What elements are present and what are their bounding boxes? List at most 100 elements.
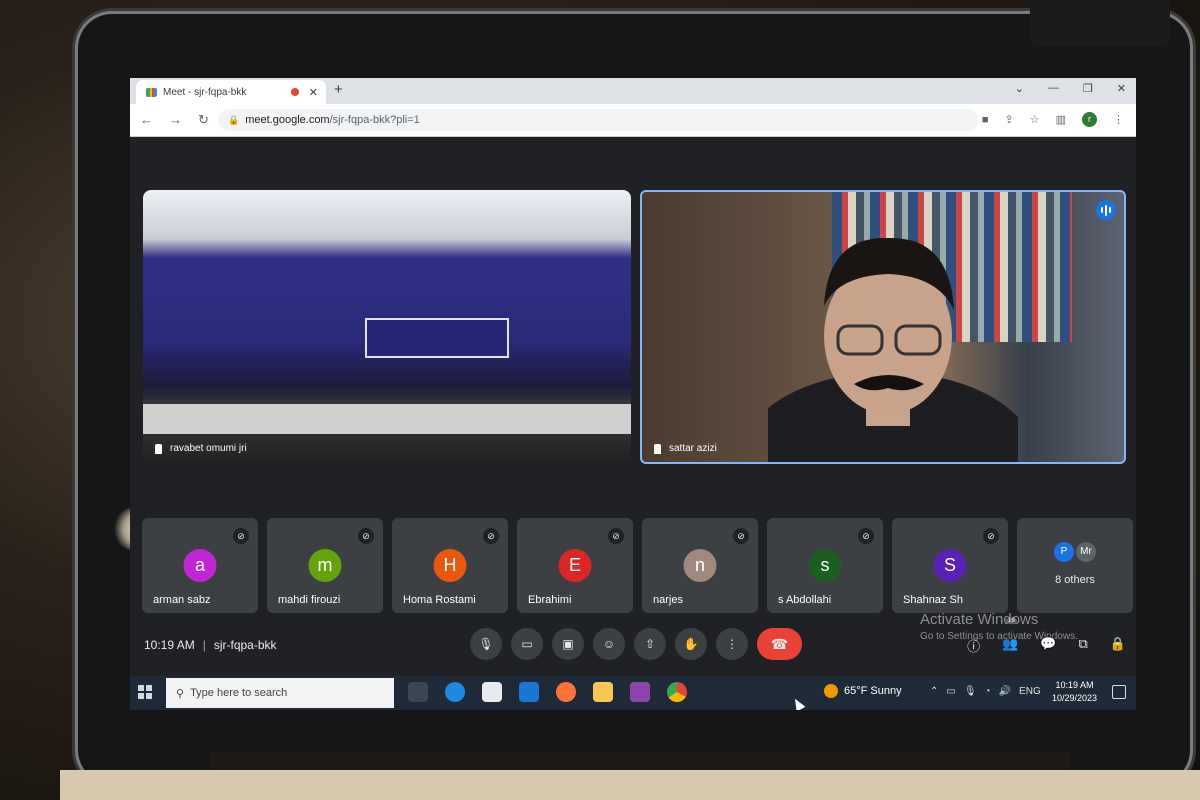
speaker-video-image [768,237,1018,462]
camera-indicator-icon[interactable]: ■ [982,114,989,126]
conference-table-image [143,404,631,434]
restore-button[interactable]: ❐ [1083,82,1093,95]
share-icon[interactable]: ⇪ [1005,113,1014,126]
taskbar-search-box[interactable]: ⚲ Type here to search [166,678,394,708]
menu-kebab-icon[interactable]: ⋮ [1113,113,1124,126]
kebab-icon: ⋮ [726,637,738,651]
weather-widget[interactable]: 65°F Sunny [824,684,902,698]
mic-tray-icon[interactable]: 🎙 [964,686,977,697]
participant-name: Homa Rostami [403,594,476,606]
avatar: E [558,549,592,582]
participant-tile[interactable]: ⊘ E Ebrahimi [517,518,633,613]
screen: Meet - sjr-fqpa-bkk ✕ + ⌄ — ❐ ✕ ← → ↻ 🔒 … [130,78,1136,710]
pinned-apps [408,682,687,702]
language-indicator[interactable]: ENG [1019,686,1041,697]
wifi-icon[interactable]: ◔ [985,686,991,697]
notification-icon[interactable] [1112,685,1126,699]
tab-strip: Meet - sjr-fqpa-bkk ✕ + ⌄ — ❐ ✕ [130,78,1136,104]
present-button[interactable]: ⇧ [634,628,666,660]
avatar: P [1054,542,1074,562]
new-tab-button[interactable]: + [334,81,343,98]
hand-icon: ✋ [683,637,699,651]
camera-button[interactable]: ▭ [511,628,543,660]
participant-tile[interactable]: ⊘ a arman sabz [142,518,258,613]
reactions-button[interactable]: ☺ [593,628,625,660]
close-window-button[interactable]: ✕ [1117,82,1126,95]
video-tile-sattar[interactable]: sattar azizi [640,190,1126,464]
leave-call-button[interactable]: ☎ [757,628,802,660]
meet-favicon-icon [146,87,157,97]
others-tile[interactable]: P Mr 8 others [1017,518,1133,613]
mic-button[interactable]: 🎙 [470,628,502,660]
raise-hand-button[interactable]: ✋ [675,628,707,660]
store-icon[interactable] [482,682,502,702]
mic-off-icon: ⊘ [358,528,374,544]
reload-icon[interactable]: ↻ [198,112,209,128]
tile-name: sattar azizi [669,443,717,454]
lock-icon[interactable]: 🔒 [228,115,239,126]
url-field[interactable]: 🔒 meet.google.com /sjr-fqpa-bkk?pli=1 [218,109,978,131]
pin-icon [654,443,661,454]
activities-icon[interactable]: ⧉ [1079,636,1088,655]
video-tile-ravabet[interactable]: ravabet omumi jri [143,190,631,462]
chevron-up-icon[interactable]: ⌃ [930,686,938,697]
host-controls-icon[interactable]: 🔒 [1110,636,1126,655]
participant-tile[interactable]: ⊘ s s Abdollahi [767,518,883,613]
back-arrow-icon[interactable]: ← [140,112,153,128]
firefox-icon[interactable] [556,682,576,702]
tab-search-button[interactable]: ⌄ [1015,82,1024,95]
present-icon: ⇧ [644,637,656,651]
participant-tile[interactable]: ⊘ S Shahnaz Sh [892,518,1008,613]
tab-title: Meet - sjr-fqpa-bkk [163,86,247,98]
participant-name: s Abdollahi [778,594,832,606]
people-count-badge: 19 [1006,618,1017,624]
info-icon[interactable]: ⓘ [967,636,980,655]
participant-name: Shahnaz Sh [903,594,963,606]
side-panel-icon[interactable]: ▥ [1056,113,1066,126]
camera-icon: ▭ [521,637,533,651]
participant-tile[interactable]: ⊘ n narjes [642,518,758,613]
participant-tile[interactable]: ⊘ m mahdi firouzi [267,518,383,613]
chrome-icon[interactable] [667,682,687,702]
participant-strip: ⊘ a arman sabz ⊘ m mahdi firouzi ⊘ H Hom… [142,518,1133,613]
pin-icon [155,443,162,454]
mic-off-icon: ⊘ [733,528,749,544]
edge-icon[interactable] [445,682,465,702]
url-path: /sjr-fqpa-bkk?pli=1 [329,114,420,126]
minimize-button[interactable]: — [1048,82,1059,95]
search-placeholder: Type here to search [190,687,288,699]
system-tray: ⌃ ▭ 🎙 ◔ 🔊 ENG [930,686,1041,697]
windows-taskbar: ⚲ Type here to search 65°F Sunny ⌃ ▭ 🎙 ◔… [130,676,1136,710]
file-explorer-icon[interactable] [593,682,613,702]
forward-arrow-icon[interactable]: → [169,112,182,128]
windows-start-icon[interactable] [138,685,152,699]
avatar: Mr [1076,542,1096,562]
emoji-icon: ☺ [602,637,616,651]
hall-banner-image [365,318,509,358]
mic-icon: 🎙 [478,637,494,651]
volume-icon[interactable]: 🔊 [999,686,1011,697]
browser-tab-meet[interactable]: Meet - sjr-fqpa-bkk ✕ [136,80,326,104]
mic-off-icon: ⊘ [483,528,499,544]
profile-avatar[interactable]: r [1082,112,1097,127]
taskbar-clock[interactable]: 10:19 AM 10/29/2023 [1052,679,1097,705]
task-view-icon[interactable] [408,682,428,702]
people-icon[interactable]: 👥 [1002,636,1018,655]
more-options-button[interactable]: ⋮ [716,628,748,660]
meet-control-bar: 10:19 AM | sjr-fqpa-bkk 🎙 ▭ ▣ ☺ ⇧ ✋ ⋮ ☎ ⓘ … [130,626,1136,666]
tile-name-tag: ravabet omumi jri [155,443,247,454]
copilot-icon[interactable] [630,682,650,702]
address-bar-row: ← → ↻ 🔒 meet.google.com /sjr-fqpa-bkk?pl… [130,104,1136,137]
battery-icon[interactable]: ▭ [946,686,955,697]
tab-close-button[interactable]: ✕ [309,86,318,99]
captions-button[interactable]: ▣ [552,628,584,660]
tile-name-tag: sattar azizi [654,443,717,454]
mail-icon[interactable] [519,682,539,702]
participant-name: Ebrahimi [528,594,572,606]
bookmark-star-icon[interactable]: ☆ [1030,113,1040,126]
chat-icon[interactable]: 💬 [1040,636,1056,655]
participant-tile[interactable]: ⊘ H Homa Rostami [392,518,508,613]
window-controls: ⌄ — ❐ ✕ [1015,82,1126,95]
laptop-camera-housing [1030,0,1170,46]
others-count: 8 others [1055,574,1095,586]
